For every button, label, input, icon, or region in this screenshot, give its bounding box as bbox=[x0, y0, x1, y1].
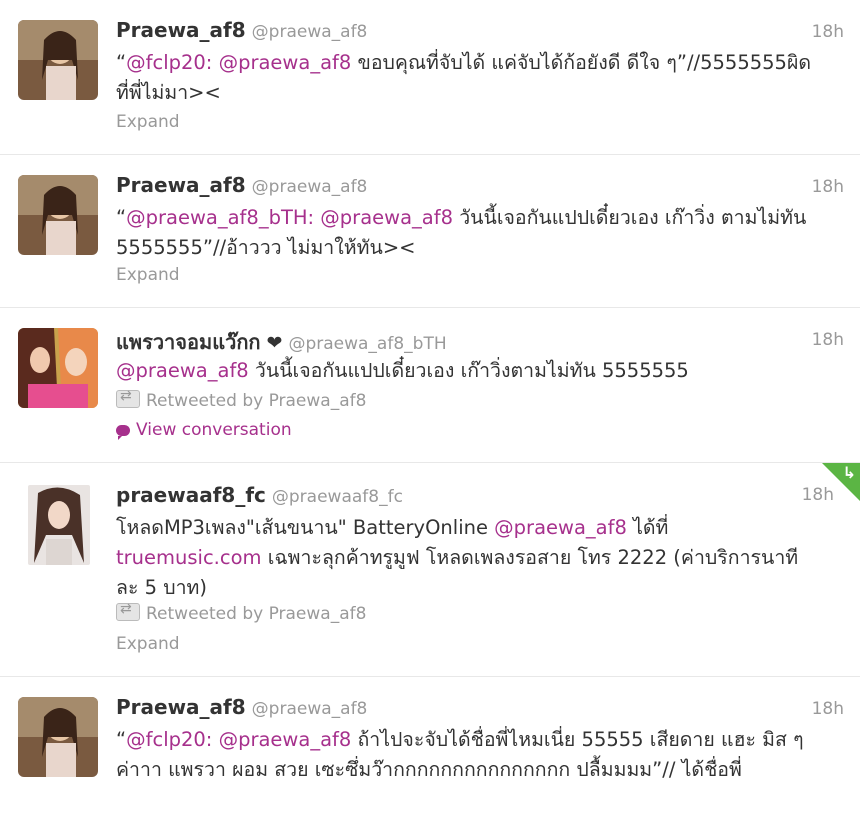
avatar[interactable] bbox=[18, 697, 98, 777]
text-segment: “ bbox=[116, 51, 127, 74]
timestamp[interactable]: 18h bbox=[812, 699, 844, 719]
avatar[interactable] bbox=[18, 20, 98, 100]
tweet-text: “@fclp20: @praewa_af8 ถ้าไปจะจับได้ชื่อพ… bbox=[116, 725, 816, 785]
timestamp[interactable]: 18h bbox=[812, 22, 844, 42]
author-name-text[interactable]: praewaaf8_fc bbox=[116, 483, 266, 507]
retweeted-by-text[interactable]: Retweeted by Praewa_af8 bbox=[146, 604, 366, 624]
mention-link[interactable]: @praewa_af8 bbox=[116, 359, 249, 382]
timestamp[interactable]: 18h bbox=[812, 330, 844, 350]
mention-link[interactable]: @praewa_af8_bTH: bbox=[126, 206, 314, 229]
mention-link[interactable]: @praewa_af8 bbox=[494, 516, 627, 539]
retweet-icon bbox=[116, 388, 140, 408]
author-name-text[interactable]: แพรวาจอมแว๊กก bbox=[116, 330, 261, 354]
timestamp[interactable]: 18h bbox=[812, 177, 844, 197]
author-name-text[interactable]: Praewa_af8 bbox=[116, 18, 246, 42]
avatar[interactable] bbox=[18, 328, 98, 408]
expand-link[interactable]: Expand bbox=[116, 265, 180, 285]
expand-link[interactable]: Expand bbox=[116, 112, 180, 132]
text-segment: “ bbox=[116, 728, 127, 751]
retweeted-by-text[interactable]: Retweeted by Praewa_af8 bbox=[146, 391, 366, 411]
view-conversation-link[interactable]: View conversation bbox=[116, 420, 292, 440]
avatar[interactable] bbox=[28, 485, 90, 565]
mention-link[interactable]: @praewa_af8 bbox=[219, 51, 352, 74]
timestamp[interactable]: 18h bbox=[802, 485, 834, 505]
text-segment: “ bbox=[116, 206, 127, 229]
author-handle[interactable]: @praewa_af8 bbox=[252, 22, 368, 42]
tweet-item[interactable]: Praewa_af8 @praewa_af8 18h “@praewa_af8_b… bbox=[0, 155, 860, 308]
view-conversation-text[interactable]: View conversation bbox=[136, 420, 292, 440]
mention-link[interactable]: @praewa_af8 bbox=[219, 728, 352, 751]
author-name[interactable]: Praewa_af8 @praewa_af8 bbox=[116, 18, 367, 42]
author-name-text[interactable]: Praewa_af8 bbox=[116, 173, 246, 197]
author-name[interactable]: praewaaf8_fc @praewaaf8_fc bbox=[116, 483, 403, 507]
retweet-corner-icon: ↳ bbox=[842, 463, 856, 482]
tweet-item[interactable]: ↳ praewaaf8_fc @praewaaf8_fc 18h โหลดMP3เ… bbox=[0, 463, 860, 677]
text-segment: ได้ที่ bbox=[626, 516, 669, 539]
heart-icon: ❤ bbox=[266, 332, 283, 354]
text-segment: วันนี้เจอกันแปปเดี๋ยวเอง เก๊าวิ่งตามไม่ท… bbox=[248, 359, 689, 382]
author-name[interactable]: Praewa_af8 @praewa_af8 bbox=[116, 695, 367, 719]
tweet-text: “@fclp20: @praewa_af8 ขอบคุณที่จับได้ แค… bbox=[116, 48, 816, 108]
tweet-item[interactable]: Praewa_af8 @praewa_af8 18h “@fclp20: @pra… bbox=[0, 677, 860, 815]
author-name-text[interactable]: Praewa_af8 bbox=[116, 695, 246, 719]
author-handle[interactable]: @praewa_af8_bTH bbox=[288, 334, 446, 354]
tweet-text: โหลดMP3เพลง"เส้นขนาน" BatteryOnline @pra… bbox=[116, 513, 816, 603]
url-link[interactable]: truemusic.com bbox=[116, 546, 262, 569]
mention-link[interactable]: @praewa_af8 bbox=[320, 206, 453, 229]
tweet-item[interactable]: Praewa_af8 @praewa_af8 18h “@fclp20: @pra… bbox=[0, 0, 860, 155]
retweeted-by: Retweeted by Praewa_af8 bbox=[116, 601, 366, 624]
text-segment: โหลดMP3เพลง"เส้นขนาน" BatteryOnline bbox=[116, 516, 495, 539]
retweet-icon bbox=[116, 601, 140, 621]
author-name[interactable]: Praewa_af8 @praewa_af8 bbox=[116, 173, 367, 197]
author-handle[interactable]: @praewa_af8 bbox=[252, 699, 368, 719]
speech-bubble-icon bbox=[116, 425, 130, 440]
tweet-item[interactable]: แพรวาจอมแว๊กก ❤ @praewa_af8_bTH 18h @praew… bbox=[0, 308, 860, 463]
author-handle[interactable]: @praewaaf8_fc bbox=[272, 487, 403, 507]
retweeted-by: Retweeted by Praewa_af8 bbox=[116, 388, 366, 411]
author-name[interactable]: แพรวาจอมแว๊กก ❤ @praewa_af8_bTH bbox=[116, 326, 447, 358]
avatar[interactable] bbox=[18, 175, 98, 255]
tweet-text: @praewa_af8 วันนี้เจอกันแปปเดี๋ยวเอง เก๊… bbox=[116, 356, 816, 386]
mention-link[interactable]: @fclp20: bbox=[126, 728, 212, 751]
author-handle[interactable]: @praewa_af8 bbox=[252, 177, 368, 197]
mention-link[interactable]: @fclp20: bbox=[126, 51, 212, 74]
expand-link[interactable]: Expand bbox=[116, 634, 180, 654]
tweet-text: “@praewa_af8_bTH: @praewa_af8 วันนี้เจอก… bbox=[116, 203, 816, 263]
